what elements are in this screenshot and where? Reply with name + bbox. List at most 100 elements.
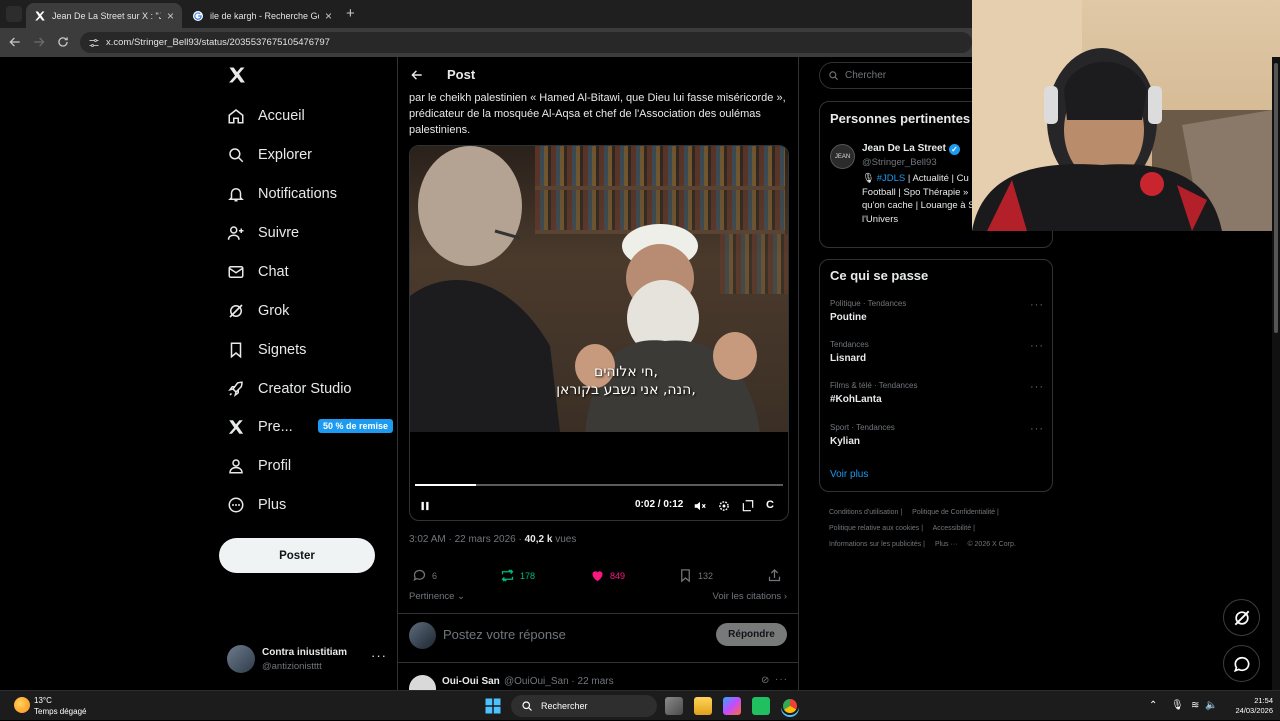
reply-sort-row: Pertinence ⌄ Voir les citations › [409, 591, 787, 602]
video-progress-bar[interactable] [415, 484, 783, 486]
footer-link[interactable]: Conditions d'utilisation | [829, 509, 902, 516]
close-tab-icon[interactable]: × [325, 9, 332, 23]
post-text: par le cheikh palestinien « Hamed Al-Bit… [409, 92, 786, 136]
nav-item-notifications[interactable]: Notifications [227, 179, 337, 209]
nav-item-creator-studio[interactable]: Creator Studio [227, 374, 352, 404]
show-more-link[interactable]: Voir plus [830, 469, 868, 480]
repost-button[interactable]: 178 [500, 568, 535, 583]
windows-start-icon[interactable] [484, 697, 502, 715]
nav-item-profil[interactable]: Profil [227, 451, 291, 481]
more-icon[interactable]: ··· [1030, 299, 1044, 311]
footer-link[interactable]: Accessibilité | [933, 525, 975, 532]
pause-icon[interactable] [418, 499, 432, 513]
settings-gear-icon[interactable] [717, 499, 731, 513]
trend-name: Kylian [830, 436, 861, 447]
reply-input[interactable]: Postez votre réponse [443, 627, 566, 642]
trend-category: Sport · Tendances [830, 423, 895, 432]
nav-item-suivre[interactable]: Suivre [227, 218, 299, 248]
picture-in-picture-icon[interactable] [741, 499, 755, 513]
taskbar-search[interactable]: Rechercher [511, 695, 657, 717]
tab-search-button[interactable] [6, 6, 22, 22]
reply-handle: @OuiOui_San · 22 mars [504, 676, 614, 687]
forward-icon[interactable] [32, 35, 46, 49]
more-icon[interactable]: ··· [1030, 340, 1044, 352]
account-handle: @antizionistttt [262, 661, 322, 672]
video-player[interactable]: חי אלוהים, הנה, אני נשבע בקוראן, 0:02 / … [409, 145, 789, 521]
nav-item-premium[interactable]: Pre... 50 % de remise [227, 412, 394, 442]
more-icon[interactable]: ··· [1030, 423, 1044, 435]
volume-icon[interactable]: 🔈 [1205, 700, 1217, 711]
nav-item-signets[interactable]: Signets [227, 335, 306, 365]
avatar[interactable]: JEAN [830, 144, 855, 169]
footer-link[interactable]: Plus ··· [935, 541, 960, 548]
view-quotes-link[interactable]: Voir les citations › [713, 591, 787, 602]
reply-submit-button[interactable]: Répondre [716, 623, 787, 646]
nav-label: Plus [258, 497, 287, 513]
chrome-icon[interactable] [781, 697, 799, 715]
share-button[interactable] [767, 568, 787, 583]
site-settings-icon[interactable] [88, 37, 100, 49]
footer-link[interactable]: Politique relative aux cookies | [829, 525, 923, 532]
scrollbar-thumb[interactable] [1274, 63, 1278, 333]
account-switcher[interactable]: Contra iniustitiam @antizionistttt ··· [227, 644, 392, 674]
nav-item-chat[interactable]: Chat [227, 257, 289, 287]
mute-icon[interactable] [693, 499, 707, 513]
task-view-icon[interactable] [665, 697, 683, 715]
nav-item-explorer[interactable]: Explorer [227, 140, 312, 170]
weather-sun-icon [14, 697, 30, 713]
reload-icon[interactable] [56, 35, 70, 49]
reply-button[interactable]: 6 [412, 568, 437, 583]
reply-item[interactable]: Oui-Oui San @OuiOui_San · 22 mars ⊘ ··· [409, 674, 789, 690]
new-tab-button[interactable]: + [346, 5, 355, 22]
like-button[interactable]: 849 [590, 568, 625, 583]
tab-google[interactable]: ile de kargh - Recherche Google × [184, 3, 340, 28]
post-timestamp[interactable]: 3:02 AM · 22 mars 2026 · [409, 534, 525, 545]
footer-link[interactable]: Informations sur les publicités | [829, 541, 925, 548]
bell-icon [228, 188, 244, 202]
heart-icon [592, 571, 603, 582]
more-icon[interactable]: ··· [775, 674, 788, 685]
nav-label: Grok [258, 303, 290, 319]
hashtag-link[interactable]: #JDLS [877, 173, 906, 184]
trend-item[interactable]: Politique · Tendances Poutine ··· [830, 299, 1044, 329]
back-icon[interactable] [8, 35, 22, 49]
footer-link[interactable]: Politique de Confidentialité | [912, 509, 999, 516]
post-button[interactable]: Poster [219, 538, 375, 573]
trend-item[interactable]: Tendances Lisnard ··· [830, 340, 1044, 370]
more-icon[interactable]: ··· [1030, 381, 1044, 393]
taskbar-search-label: Rechercher [541, 701, 588, 711]
streamer-webcam-image [972, 0, 1277, 231]
search-icon [522, 701, 532, 711]
bookmark-button[interactable]: 132 [678, 568, 713, 583]
url-field[interactable]: x.com/Stringer_Bell93/status/20355376751… [80, 32, 972, 53]
more-icon[interactable]: ··· [371, 648, 387, 663]
search-placeholder: Chercher [845, 70, 887, 81]
back-arrow-icon[interactable] [410, 68, 424, 82]
tray-overflow-icon[interactable]: ⌃ [1149, 700, 1160, 711]
video-subtitles: חי אלוהים, הנה, אני נשבע בקוראן, [506, 363, 746, 399]
messages-floating-button[interactable] [1223, 645, 1260, 682]
nav-item-grok[interactable]: Grok [227, 296, 289, 326]
grok-icon[interactable]: ⊘ [761, 675, 769, 686]
file-explorer-icon[interactable] [694, 697, 712, 715]
user-name-text: Jean De La Street [862, 143, 946, 154]
user-name[interactable]: Jean De La Street ✓ [862, 143, 960, 155]
tab-active[interactable]: Jean De La Street sur X : "Je jur × [26, 3, 182, 28]
trend-item[interactable]: Films & télé · Tendances #KohLanta ··· [830, 381, 1044, 411]
copilot-icon[interactable] [723, 697, 741, 715]
close-tab-icon[interactable]: × [167, 9, 174, 23]
page-scrollbar[interactable] [1272, 57, 1280, 690]
wifi-icon[interactable]: ≋ [1191, 700, 1202, 711]
nav-item-accueil[interactable]: Accueil [227, 101, 305, 131]
trend-name: #KohLanta [830, 394, 882, 405]
x-logo-icon[interactable] [227, 65, 247, 85]
trend-item[interactable]: Sport · Tendances Kylian ··· [830, 423, 1044, 453]
nav-item-plus[interactable]: Plus [227, 490, 286, 520]
game-app-icon[interactable] [752, 697, 770, 715]
grok-floating-button[interactable] [1223, 599, 1260, 636]
rocket-icon [228, 381, 243, 397]
microphone-icon[interactable]: 🎙 [1171, 700, 1184, 711]
card-title: Ce qui se passe [830, 268, 929, 283]
sort-dropdown[interactable]: Pertinence ⌄ [409, 591, 465, 602]
taskbar-clock[interactable]: 21:54 24/03/2026 [1225, 696, 1273, 716]
